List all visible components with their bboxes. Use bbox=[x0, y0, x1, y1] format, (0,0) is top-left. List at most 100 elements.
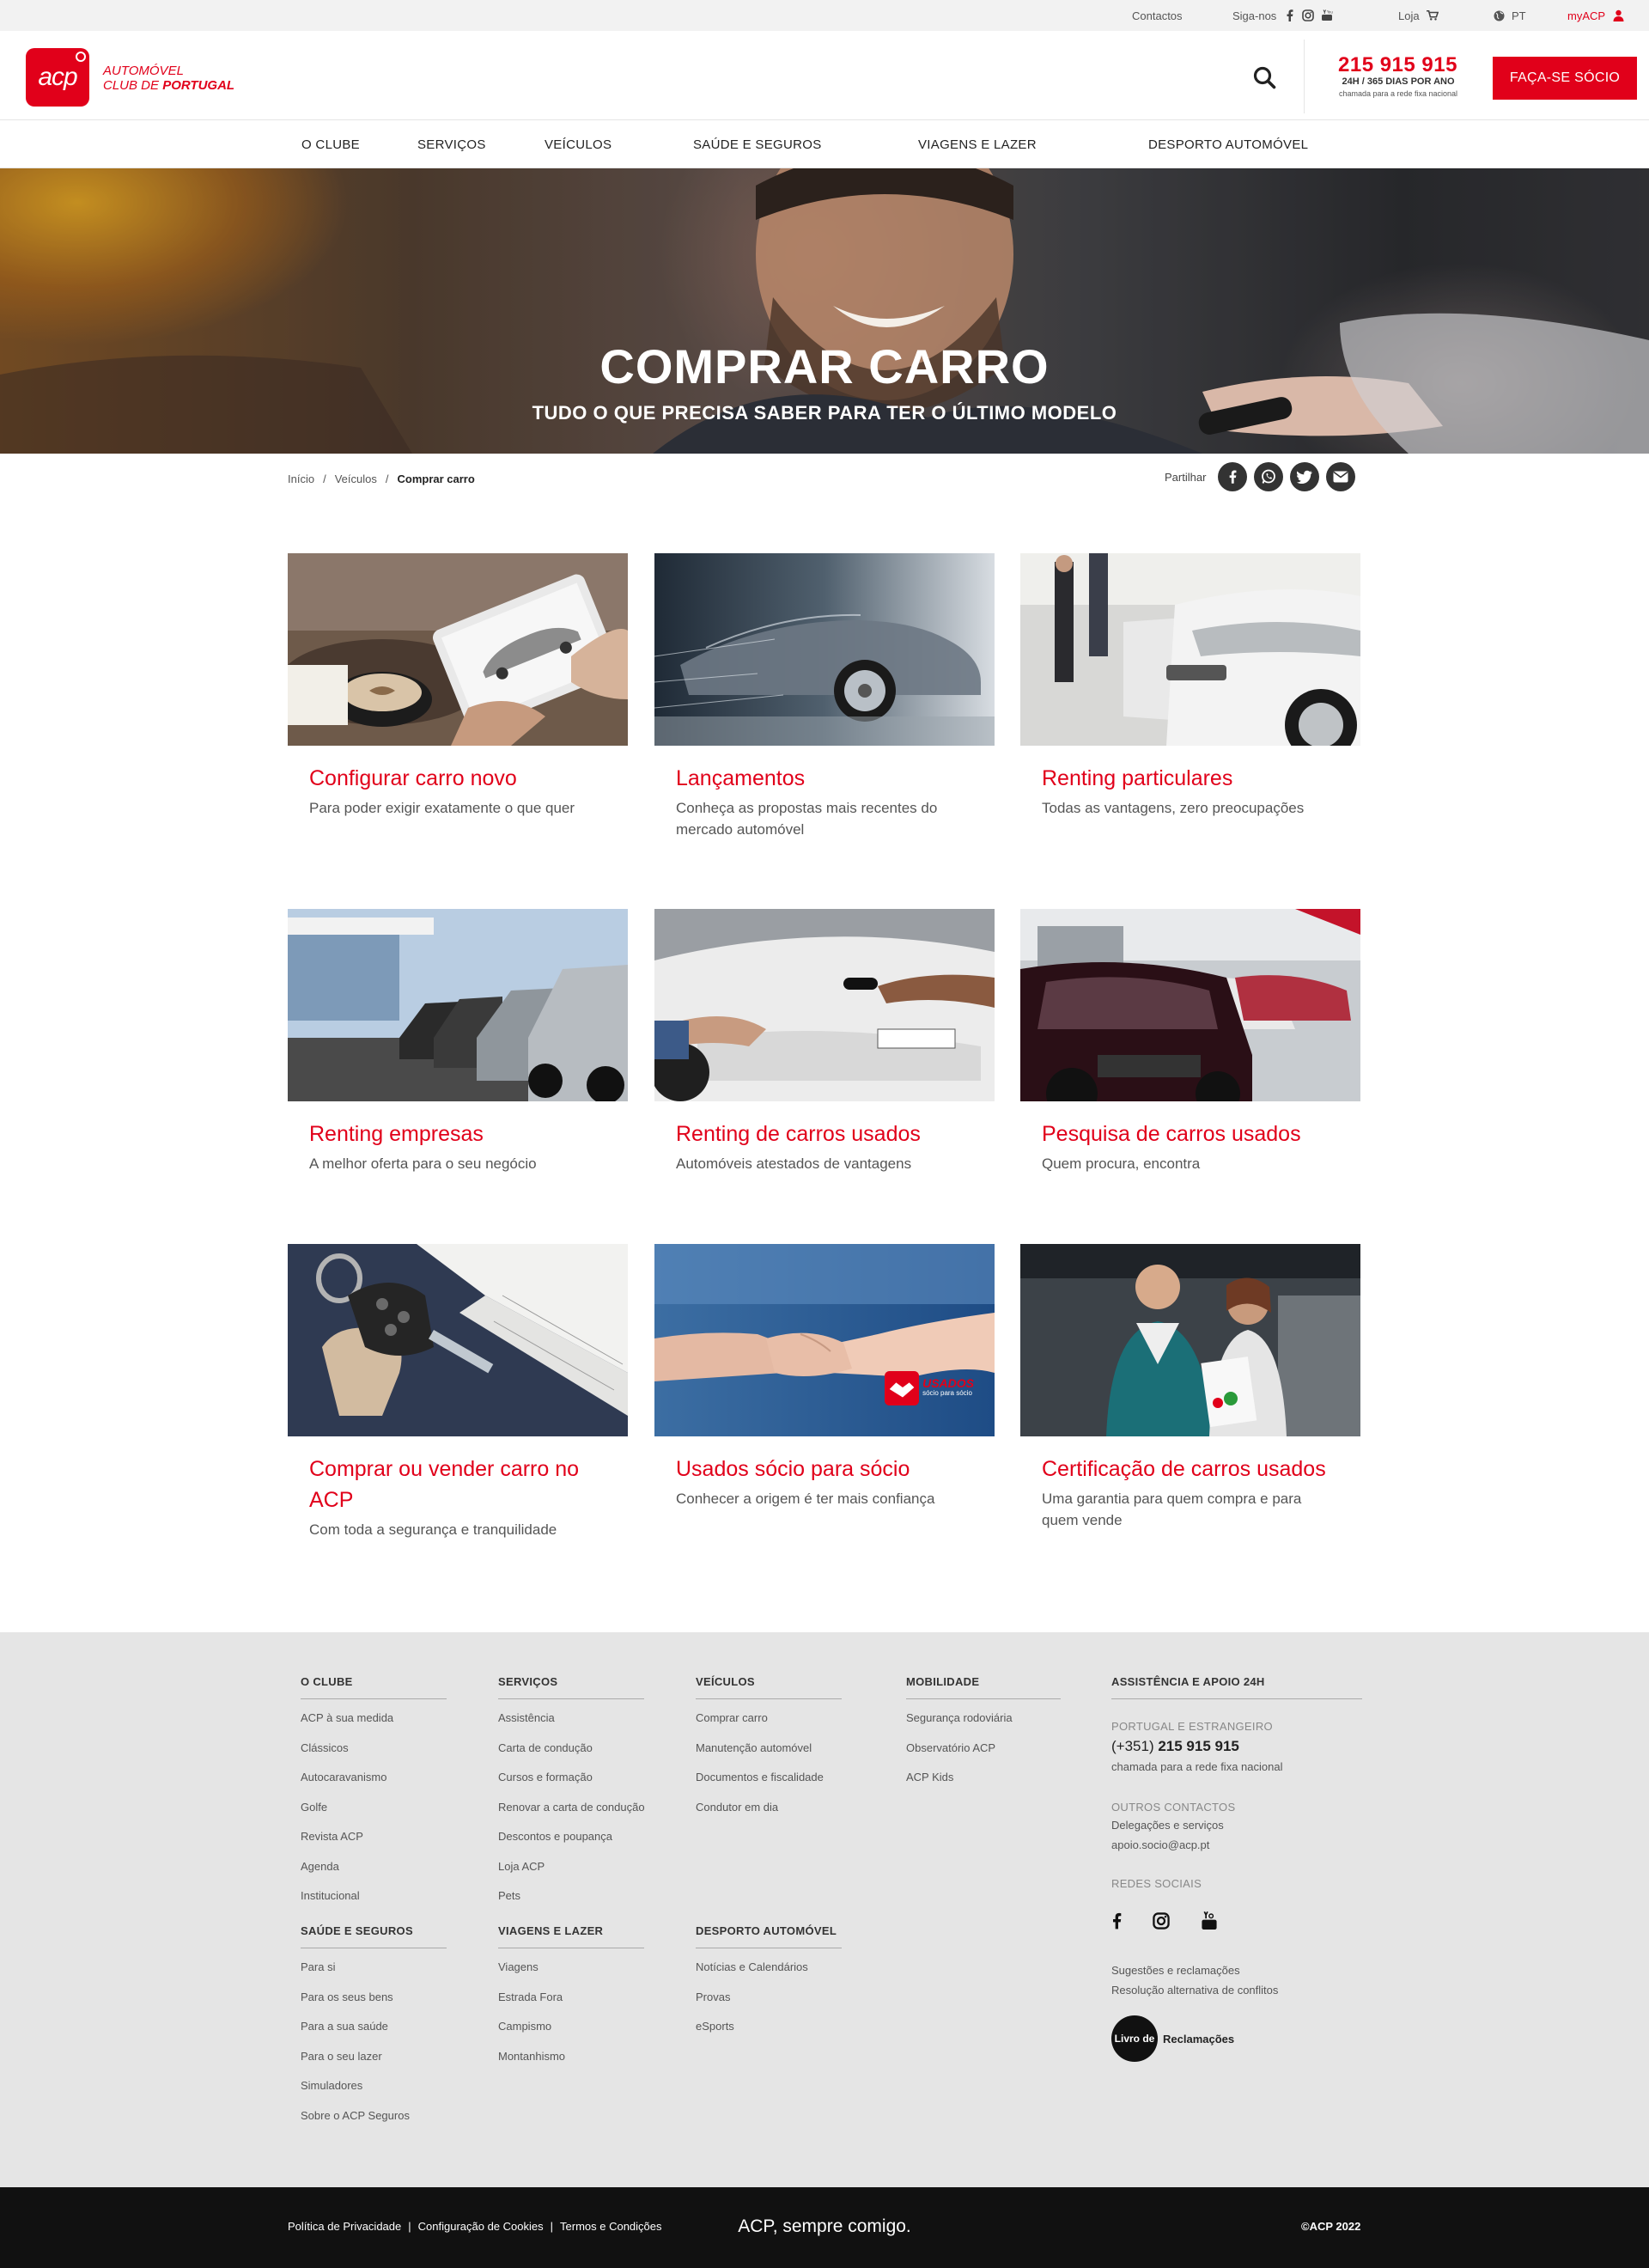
cart-icon bbox=[1426, 9, 1439, 21]
card-renting-carros-usados[interactable]: Renting de carros usados Automóveis ates… bbox=[654, 909, 995, 1174]
footer-link[interactable]: Viagens bbox=[498, 1960, 644, 1991]
footer-link[interactable]: Pets bbox=[498, 1889, 644, 1919]
card-pesquisa-carros-usados[interactable]: Pesquisa de carros usados Quem procura, … bbox=[1020, 909, 1360, 1174]
instagram-icon[interactable] bbox=[1153, 1912, 1170, 1930]
footer-link[interactable]: Observatório ACP bbox=[906, 1741, 1061, 1771]
card-title[interactable]: Lançamentos bbox=[654, 746, 995, 794]
footer-link[interactable]: Segurança rodoviária bbox=[906, 1711, 1061, 1741]
footer-link[interactable]: Assistência bbox=[498, 1711, 644, 1741]
footer-link[interactable]: Loja ACP bbox=[498, 1860, 644, 1890]
footer-link[interactable]: Condutor em dia bbox=[696, 1801, 842, 1831]
card-description: Todas as vantagens, zero preocupações bbox=[1042, 800, 1305, 816]
footer-link[interactable]: Institucional bbox=[301, 1889, 447, 1919]
delegacoes-link[interactable]: Delegações e serviços bbox=[1111, 1819, 1362, 1832]
livro-reclamacoes-link[interactable]: Livro de Reclamações bbox=[1111, 2015, 1362, 2062]
nav-saude-seguros[interactable]: SAÚDE E SEGUROS bbox=[693, 120, 822, 168]
footer-link[interactable]: eSports bbox=[696, 2020, 842, 2050]
card-image bbox=[654, 909, 995, 1101]
footer-link[interactable]: Cursos e formação bbox=[498, 1771, 644, 1801]
footer-link[interactable]: Para si bbox=[301, 1960, 447, 1991]
become-member-button[interactable]: FAÇA-SE SÓCIO bbox=[1493, 57, 1637, 100]
instagram-icon[interactable] bbox=[1302, 9, 1315, 21]
card-renting-particulares[interactable]: Renting particulares Todas as vantagens,… bbox=[1020, 553, 1360, 819]
footer-link[interactable]: Revista ACP bbox=[301, 1830, 447, 1860]
footer-link[interactable]: Comprar carro bbox=[696, 1711, 842, 1741]
facebook-icon[interactable] bbox=[1111, 1912, 1122, 1930]
share-whatsapp-button[interactable] bbox=[1254, 462, 1284, 491]
search-button[interactable] bbox=[1252, 65, 1281, 94]
card-title[interactable]: Configurar carro novo bbox=[288, 746, 628, 794]
footer-link[interactable]: ACP à sua medida bbox=[301, 1711, 447, 1741]
footer-link[interactable]: Autocaravanismo bbox=[301, 1771, 447, 1801]
card-comprar-vender-carro[interactable]: Comprar ou vender carro no ACP Com toda … bbox=[288, 1244, 628, 1540]
nav-veiculos[interactable]: VEÍCULOS bbox=[545, 120, 612, 168]
acp-logo[interactable]: acp bbox=[26, 48, 89, 107]
footer-link[interactable]: Sobre o ACP Seguros bbox=[301, 2109, 447, 2139]
footer-link[interactable]: Clássicos bbox=[301, 1741, 447, 1771]
header-phone[interactable]: 215 915 915 bbox=[1338, 53, 1457, 77]
card-title[interactable]: Renting particulares bbox=[1020, 746, 1360, 794]
youtube-icon[interactable]: You bbox=[1321, 9, 1333, 21]
card-title[interactable]: Comprar ou vender carro no ACP bbox=[288, 1436, 628, 1515]
logo-line-2b: PORTUGAL bbox=[162, 78, 235, 93]
footer-link[interactable]: Provas bbox=[696, 1991, 842, 2021]
card-title[interactable]: Renting de carros usados bbox=[654, 1101, 995, 1149]
card-usados-socio-para-socio[interactable]: USADOS sócio para sócio Usados sócio par… bbox=[654, 1244, 995, 1509]
assistance-phone-note: chamada para a rede fixa nacional bbox=[1111, 1760, 1283, 1773]
footer-link[interactable]: Campismo bbox=[498, 2020, 644, 2050]
assistance-phone[interactable]: (+351) 215 915 915 bbox=[1111, 1738, 1362, 1755]
card-title[interactable]: Certificação de carros usados bbox=[1020, 1436, 1360, 1485]
card-image: USADOS sócio para sócio bbox=[654, 1244, 995, 1436]
footer-link[interactable]: Carta de condução bbox=[498, 1741, 644, 1771]
footer-link[interactable]: Renovar a carta de condução bbox=[498, 1801, 645, 1831]
share-twitter-button[interactable] bbox=[1290, 462, 1320, 491]
breadcrumb-veiculos[interactable]: Veículos bbox=[335, 472, 377, 485]
footer-link[interactable]: Montanhismo bbox=[498, 2050, 644, 2080]
hero-title: COMPRAR CARRO bbox=[599, 339, 1050, 393]
card-title[interactable]: Usados sócio para sócio bbox=[654, 1436, 995, 1485]
card-renting-empresas[interactable]: Renting empresas A melhor oferta para o … bbox=[288, 909, 628, 1174]
myacp-link[interactable]: myACP bbox=[1567, 0, 1624, 31]
logo-line-2a: CLUB DE bbox=[103, 78, 163, 93]
card-title[interactable]: Renting empresas bbox=[288, 1101, 628, 1149]
resolucao-link[interactable]: Resolução alternativa de conflitos bbox=[1111, 1984, 1362, 1997]
facebook-icon[interactable] bbox=[1283, 9, 1295, 21]
footer-link[interactable]: Manutenção automóvel bbox=[696, 1741, 842, 1771]
footer-link[interactable]: Golfe bbox=[301, 1801, 447, 1831]
card-configurar-carro-novo[interactable]: Configurar carro novo Para poder exigir … bbox=[288, 553, 628, 819]
share-email-button[interactable] bbox=[1326, 462, 1356, 491]
sugestoes-link[interactable]: Sugestões e reclamações bbox=[1111, 1964, 1362, 1977]
card-lancamentos[interactable]: Lançamentos Conheça as propostas mais re… bbox=[654, 553, 995, 840]
footer-link[interactable]: Agenda bbox=[301, 1860, 447, 1890]
loja-link[interactable]: Loja bbox=[1398, 0, 1439, 31]
logo-wordmark[interactable]: AUTOMÓVEL CLUB DE PORTUGAL bbox=[103, 64, 234, 93]
footer-link[interactable]: ACP Kids bbox=[906, 1771, 1061, 1801]
youtube-icon[interactable] bbox=[1201, 1911, 1218, 1931]
email-link[interactable]: apoio.socio@acp.pt bbox=[1111, 1838, 1362, 1851]
footer-link[interactable]: Para o seu lazer bbox=[301, 2050, 447, 2080]
nav-o-clube[interactable]: O CLUBE bbox=[301, 120, 360, 168]
breadcrumb-home[interactable]: Início bbox=[288, 472, 314, 485]
card-title[interactable]: Pesquisa de carros usados bbox=[1020, 1101, 1360, 1149]
nav-servicos[interactable]: SERVIÇOS bbox=[417, 120, 486, 168]
card-description: Conhecer a origem é ter mais confiança bbox=[676, 1491, 935, 1507]
nav-viagens-lazer[interactable]: VIAGENS E LAZER bbox=[918, 120, 1037, 168]
footer-link[interactable]: Estrada Fora bbox=[498, 1991, 644, 2021]
share-facebook-button[interactable] bbox=[1218, 462, 1248, 491]
card-image bbox=[1020, 909, 1360, 1101]
language-selector[interactable]: PT bbox=[1493, 0, 1526, 31]
footer-link[interactable]: Para os seus bens bbox=[301, 1991, 447, 2021]
card-image bbox=[288, 909, 628, 1101]
footer-assistance: ASSISTÊNCIA E APOIO 24H PORTUGAL E ESTRA… bbox=[1111, 1675, 1362, 2062]
nav-desporto-automovel[interactable]: DESPORTO AUTOMÓVEL bbox=[1148, 120, 1308, 168]
footer-link[interactable]: Descontos e poupança bbox=[498, 1830, 644, 1860]
footer-link[interactable]: Notícias e Calendários bbox=[696, 1960, 842, 1991]
footer-column-viagens-lazer: VIAGENS E LAZER Viagens Estrada Fora Cam… bbox=[498, 1924, 644, 2079]
footer-link[interactable]: Documentos e fiscalidade bbox=[696, 1771, 842, 1801]
footer-link[interactable]: Para a sua saúde bbox=[301, 2020, 447, 2050]
logo-line-2: CLUB DE PORTUGAL bbox=[103, 78, 234, 93]
footer-link[interactable]: Simuladores bbox=[301, 2079, 447, 2109]
card-certificacao-carros-usados[interactable]: Certificação de carros usados Uma garant… bbox=[1020, 1244, 1360, 1531]
contactos-link[interactable]: Contactos bbox=[1132, 0, 1183, 31]
usados-logo-icon bbox=[885, 1370, 920, 1406]
